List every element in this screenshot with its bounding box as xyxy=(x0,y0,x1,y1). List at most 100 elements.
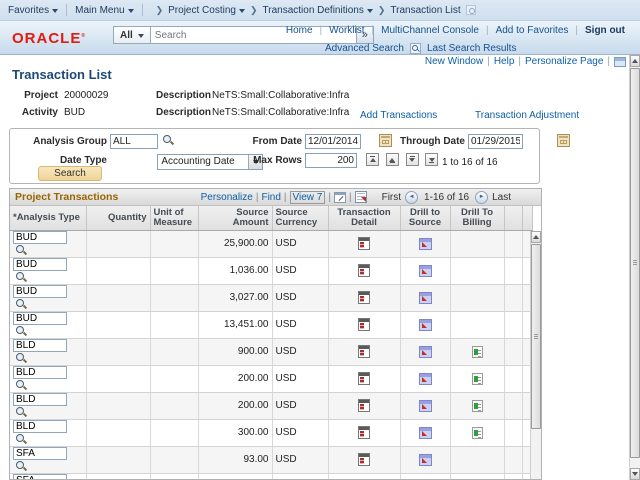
analysis-type-lookup-icon[interactable] xyxy=(15,325,28,338)
next-row-icon[interactable] xyxy=(406,153,419,166)
transaction-adjustment-link[interactable]: Transaction Adjustment xyxy=(475,110,579,121)
breadcrumb-project-costing[interactable]: Project Costing xyxy=(168,5,245,16)
drill-to-billing-cell xyxy=(450,473,504,480)
transaction-detail-icon[interactable] xyxy=(358,453,370,466)
home-link[interactable]: Home xyxy=(286,25,313,36)
scroll-up-icon[interactable] xyxy=(531,231,541,243)
analysis-type-input[interactable] xyxy=(13,285,67,298)
analysis-type-lookup-icon[interactable] xyxy=(15,298,28,311)
drill-to-billing-icon[interactable] xyxy=(472,427,483,439)
drill-to-billing-icon[interactable] xyxy=(472,400,483,412)
sign-out-link[interactable]: Sign out xyxy=(585,25,625,36)
grid-scrollbar[interactable] xyxy=(530,231,541,479)
analysis-type-lookup-icon[interactable] xyxy=(15,406,28,419)
page-scrollbar[interactable] xyxy=(629,55,640,480)
add-to-favorites-link[interactable]: Add to Favorites xyxy=(496,25,569,36)
drill-to-source-icon[interactable] xyxy=(419,346,432,358)
next-page-icon[interactable]: ► xyxy=(475,191,488,204)
source-amount-cell: 139.50 xyxy=(198,473,272,480)
drill-to-source-icon[interactable] xyxy=(419,373,432,385)
analysis-type-input[interactable] xyxy=(13,420,67,433)
breadcrumb-transaction-list[interactable]: Transaction List xyxy=(390,5,460,16)
advanced-search-link[interactable]: Advanced Search xyxy=(325,43,404,54)
scroll-up-icon[interactable] xyxy=(630,55,640,67)
analysis-type-input[interactable] xyxy=(13,393,67,406)
find-link[interactable]: Find xyxy=(261,192,280,203)
transaction-detail-icon[interactable] xyxy=(358,318,370,331)
analysis-group-input[interactable] xyxy=(110,134,158,149)
page-scrollbar-thumb[interactable] xyxy=(630,68,640,458)
first-label[interactable]: First xyxy=(382,192,401,203)
analysis-type-cell xyxy=(10,419,86,446)
personalize-page-link[interactable]: Personalize Page xyxy=(525,56,603,67)
previous-row-icon[interactable] xyxy=(386,153,399,166)
drill-to-source-icon[interactable] xyxy=(419,265,432,277)
worklist-link[interactable]: Worklist xyxy=(329,25,364,36)
last-row-icon[interactable] xyxy=(425,153,438,166)
transaction-detail-icon[interactable] xyxy=(358,237,370,250)
transaction-detail-icon[interactable] xyxy=(358,264,370,277)
grid-scrollbar-thumb[interactable] xyxy=(531,244,541,429)
analysis-type-lookup-icon[interactable] xyxy=(15,271,28,284)
analysis-type-input[interactable] xyxy=(13,339,67,352)
through-date-input[interactable] xyxy=(468,134,523,149)
quantity-cell xyxy=(86,473,150,480)
view-all-link[interactable]: View 7 xyxy=(290,191,326,204)
analysis-group-lookup-icon[interactable] xyxy=(162,134,175,147)
drill-to-source-icon[interactable] xyxy=(419,292,432,304)
scroll-down-icon[interactable] xyxy=(630,468,640,480)
analysis-type-input[interactable] xyxy=(13,258,67,271)
personalize-link[interactable]: Personalize xyxy=(201,192,253,203)
breadcrumb-favorites-menu[interactable]: Favorites xyxy=(8,5,58,16)
analysis-type-lookup-icon[interactable] xyxy=(15,244,28,257)
analysis-type-cell xyxy=(10,311,86,338)
breadcrumb-transaction-definitions[interactable]: Transaction Definitions xyxy=(263,5,373,16)
max-rows-input[interactable] xyxy=(305,153,357,168)
search-scope-dropdown[interactable]: All xyxy=(113,26,150,44)
http-window-icon[interactable] xyxy=(614,57,626,67)
drill-to-billing-cell xyxy=(450,392,504,419)
source-amount-cell: 300.00 xyxy=(198,419,272,446)
last-search-results-link[interactable]: Last Search Results xyxy=(427,43,517,54)
drill-to-source-icon[interactable] xyxy=(419,427,432,439)
search-button[interactable]: Search xyxy=(38,166,102,181)
transaction-detail-icon[interactable] xyxy=(358,372,370,385)
drill-to-source-icon[interactable] xyxy=(419,319,432,331)
zoom-grid-icon[interactable] xyxy=(334,192,346,203)
analysis-type-lookup-icon[interactable] xyxy=(15,352,28,365)
last-label[interactable]: Last xyxy=(492,192,511,203)
add-transactions-link[interactable]: Add Transactions xyxy=(360,110,437,121)
analysis-type-cell xyxy=(10,365,86,392)
breadcrumb-main-menu[interactable]: Main Menu xyxy=(75,5,133,16)
analysis-type-lookup-icon[interactable] xyxy=(15,433,28,446)
empty-cell xyxy=(504,230,522,257)
transaction-detail-icon[interactable] xyxy=(358,426,370,439)
grid-toolbar: Personalize| Find| View 7| | First ◄ 1-1… xyxy=(198,191,541,204)
transaction-detail-icon[interactable] xyxy=(358,399,370,412)
transaction-detail-icon[interactable] xyxy=(358,345,370,358)
drill-to-source-icon[interactable] xyxy=(419,400,432,412)
drill-to-source-icon[interactable] xyxy=(419,238,432,250)
first-row-icon[interactable] xyxy=(366,153,379,166)
analysis-type-input[interactable] xyxy=(13,474,67,480)
analysis-type-lookup-icon[interactable] xyxy=(15,379,28,392)
download-to-excel-icon[interactable] xyxy=(355,191,367,203)
analysis-type-input[interactable] xyxy=(13,231,67,244)
drill-to-source-icon[interactable] xyxy=(419,454,432,466)
multichannel-console-link[interactable]: MultiChannel Console xyxy=(381,25,479,36)
analysis-type-lookup-icon[interactable] xyxy=(15,460,28,473)
analysis-type-input[interactable] xyxy=(13,447,67,460)
breadcrumb-search-icon[interactable] xyxy=(466,5,476,15)
link-divider: | xyxy=(486,25,489,36)
help-link[interactable]: Help xyxy=(494,56,515,67)
drill-to-billing-icon[interactable] xyxy=(472,373,483,385)
previous-page-icon[interactable]: ◄ xyxy=(405,191,418,204)
analysis-type-input[interactable] xyxy=(13,312,67,325)
table-row: 3,027.00 USD xyxy=(10,284,532,311)
new-window-link[interactable]: New Window xyxy=(425,56,483,67)
transaction-detail-icon[interactable] xyxy=(358,291,370,304)
through-date-calendar-icon[interactable] xyxy=(557,134,570,147)
analysis-type-input[interactable] xyxy=(13,366,67,379)
from-date-input[interactable] xyxy=(305,134,361,149)
drill-to-billing-icon[interactable] xyxy=(472,346,483,358)
